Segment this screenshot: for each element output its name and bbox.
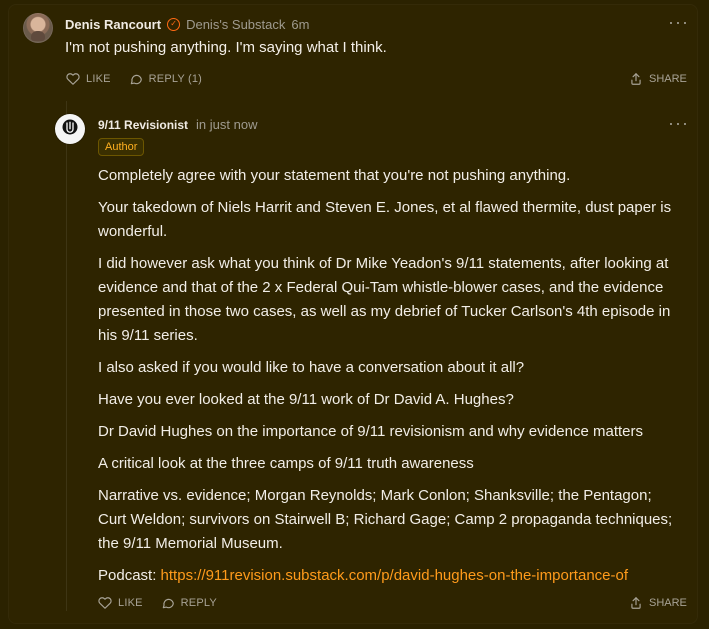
reply-paragraph-4: I also asked if you would like to have a… [98,359,525,376]
reply-author[interactable]: 9/11 Revisionist [98,118,188,132]
verified-icon: ✓ [167,17,181,31]
reply-paragraph-2: Your takedown of Niels Harrit and Steven… [98,199,672,240]
top-like-label: LIKE [86,73,111,85]
reply-like-label: LIKE [118,597,143,609]
reply-paragraph-3: I did however ask what you think of Dr M… [98,255,671,344]
reply-header: 9/11 Revisionist in just now [98,117,257,132]
podcast-link[interactable]: https://911revision.substack.com/p/david… [161,567,628,584]
top-comment-publication[interactable]: Denis's Substack [186,17,285,32]
top-reply-button[interactable]: REPLY (1) [129,72,202,86]
share-arrow-icon [629,72,643,86]
reply-more-icon[interactable]: ··· [668,114,689,132]
reply-reply-label: REPLY [180,597,217,609]
speech-bubble-icon [161,596,175,610]
reply-share-label: SHARE [649,597,687,609]
top-comment-avatar[interactable] [23,13,53,43]
top-reply-label: REPLY (1) [148,73,203,85]
top-comment-time[interactable]: 6m [291,17,309,32]
reply-paragraph-5: Have you ever looked at the 9/11 work of… [98,391,514,408]
podcast-label: Podcast: [98,567,161,584]
speech-bubble-icon [129,72,143,86]
reply-avatar[interactable] [55,114,85,144]
comment-thread: Denis Rancourt ✓ Denis's Substack 6m ···… [0,0,709,629]
heart-icon [98,596,112,610]
reply-body: Completely agree with your statement tha… [98,164,683,596]
share-arrow-icon [629,596,643,610]
top-share-button[interactable]: SHARE [629,72,687,86]
heart-icon [66,72,80,86]
top-comment-more-icon[interactable]: ··· [668,13,689,31]
reply-time[interactable]: in just now [196,117,257,132]
logo-avatar-icon [61,118,79,141]
top-comment-actions: LIKE REPLY (1) [66,72,202,86]
reply-paragraph-6: Dr David Hughes on the importance of 9/1… [98,423,643,440]
thread-connector [66,101,67,611]
reply-share-button[interactable]: SHARE [629,596,687,610]
reply-paragraph-8: Narrative vs. evidence; Morgan Reynolds;… [98,487,673,552]
reply-paragraph-7: A critical look at the three camps of 9/… [98,455,474,472]
reply-paragraph-1: Completely agree with your statement tha… [98,167,571,184]
reply-reply-button[interactable]: REPLY [161,596,217,610]
top-share-label: SHARE [649,73,687,85]
top-like-button[interactable]: LIKE [66,72,111,86]
reply-like-button[interactable]: LIKE [98,596,143,610]
top-comment-author[interactable]: Denis Rancourt [65,17,161,32]
reply-actions: LIKE REPLY [98,596,217,610]
top-comment-header: Denis Rancourt ✓ Denis's Substack 6m [65,16,309,32]
author-badge: Author [98,138,145,156]
podcast-line: Podcast: https://911revision.substack.co… [98,564,683,588]
top-comment-text: I'm not pushing anything. I'm saying wha… [65,39,387,56]
